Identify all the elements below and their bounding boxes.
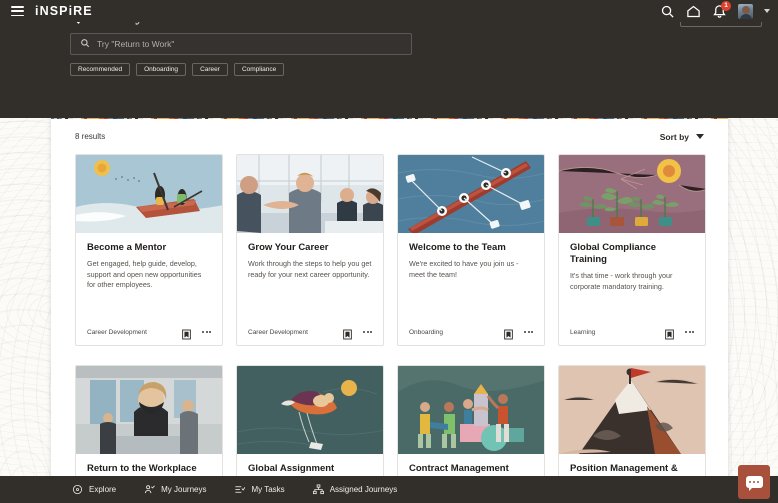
card-body: Grow Your Career Work through the steps … bbox=[237, 233, 383, 319]
avatar[interactable] bbox=[738, 4, 753, 19]
kayak-illustration bbox=[76, 155, 222, 233]
more-options-icon[interactable] bbox=[524, 331, 533, 333]
card-title: Contract Management bbox=[409, 463, 533, 475]
bookmark-icon[interactable] bbox=[504, 327, 513, 338]
card-actions bbox=[182, 327, 211, 338]
header-right-edge bbox=[728, 22, 778, 118]
card-actions bbox=[343, 327, 372, 338]
card-body: Global Compliance Training It's that tim… bbox=[559, 233, 705, 319]
bell-icon[interactable]: 1 bbox=[712, 4, 727, 19]
search-input[interactable] bbox=[97, 39, 402, 49]
person-check-icon bbox=[144, 484, 155, 495]
office-handshake-photo bbox=[237, 155, 383, 233]
card-body: Become a Mentor Get engaged, help guide,… bbox=[76, 233, 222, 319]
card-body: Welcome to the Team We're excited to hav… bbox=[398, 233, 544, 319]
teamwork-illustration bbox=[398, 366, 544, 454]
top-bar-actions: 1 bbox=[660, 4, 770, 19]
card-actions bbox=[665, 327, 694, 338]
rowing-boat-photo bbox=[398, 155, 544, 233]
filter-chip-compliance[interactable]: Compliance bbox=[234, 63, 284, 76]
card-description: It's that time - work through your corpo… bbox=[570, 271, 694, 292]
journey-card[interactable]: Grow Your Career Work through the steps … bbox=[236, 154, 384, 346]
bookmark-icon[interactable] bbox=[182, 327, 191, 338]
chat-button[interactable] bbox=[738, 465, 770, 499]
journey-card[interactable]: Welcome to the Team We're excited to hav… bbox=[397, 154, 545, 346]
sort-by-dropdown[interactable]: Sort by bbox=[660, 132, 704, 142]
brand-logo[interactable]: iNSPiRE bbox=[35, 4, 93, 18]
card-actions bbox=[504, 327, 533, 338]
card-category: Onboarding bbox=[409, 329, 443, 336]
search-icon[interactable] bbox=[660, 4, 675, 19]
card-description: We're excited to have you join us - meet… bbox=[409, 259, 533, 280]
filter-chip-onboarding[interactable]: Onboarding bbox=[136, 63, 186, 76]
nav-item-my-tasks[interactable]: My Tasks bbox=[234, 484, 284, 495]
bookmark-icon[interactable] bbox=[343, 327, 352, 338]
masked-worker-photo bbox=[76, 366, 222, 454]
nav-label: Explore bbox=[89, 485, 116, 494]
card-footer: Career Development bbox=[237, 319, 383, 345]
nav-item-assigned-journeys[interactable]: Assigned Journeys bbox=[313, 484, 398, 495]
task-list-icon bbox=[234, 484, 245, 495]
results-count: 8 results bbox=[75, 132, 105, 141]
card-description: Work through the steps to help you get r… bbox=[248, 259, 372, 280]
card-footer: Learning bbox=[559, 319, 705, 345]
nav-item-my-journeys[interactable]: My Journeys bbox=[144, 484, 206, 495]
card-title: Global Compliance Training bbox=[570, 242, 694, 266]
mountain-flag-illustration bbox=[559, 366, 705, 454]
card-title: Return to the Workplace bbox=[87, 463, 211, 475]
nav-label: My Journeys bbox=[161, 485, 206, 494]
card-description: Get engaged, help guide, develop, suppor… bbox=[87, 259, 211, 291]
journey-card[interactable]: Become a Mentor Get engaged, help guide,… bbox=[75, 154, 223, 346]
filter-chip-recommended[interactable]: Recommended bbox=[70, 63, 130, 76]
compass-icon bbox=[72, 484, 83, 495]
chat-bubble-icon bbox=[746, 476, 763, 488]
search-input-wrapper[interactable] bbox=[70, 33, 412, 55]
nav-label: My Tasks bbox=[251, 485, 284, 494]
search-icon-small bbox=[80, 35, 90, 53]
hamburger-icon[interactable] bbox=[11, 6, 24, 16]
results-panel: 8 results Sort by bbox=[51, 112, 728, 503]
home-icon[interactable] bbox=[686, 4, 701, 19]
more-options-icon[interactable] bbox=[363, 331, 372, 333]
org-chart-icon bbox=[313, 484, 324, 495]
card-category: Career Development bbox=[248, 329, 308, 336]
chevron-down-icon[interactable] bbox=[764, 9, 770, 13]
card-title: Become a Mentor bbox=[87, 242, 211, 254]
journey-card-grid: Become a Mentor Get engaged, help guide,… bbox=[51, 154, 728, 503]
bottom-navigation: Explore My Journeys My Tasks bbox=[0, 476, 778, 503]
skydiver-illustration bbox=[237, 366, 383, 454]
card-footer: Career Development bbox=[76, 319, 222, 345]
more-options-icon[interactable] bbox=[202, 331, 211, 333]
panel-header: 8 results Sort by bbox=[51, 119, 728, 154]
app-root: iNSPiRE 1 Jo bbox=[0, 0, 778, 503]
filter-chip-group: Recommended Onboarding Career Compliance bbox=[70, 63, 284, 76]
more-options-icon[interactable] bbox=[685, 331, 694, 333]
card-category: Career Development bbox=[87, 329, 147, 336]
card-title: Global Assignment bbox=[248, 463, 372, 475]
chevron-down-icon bbox=[696, 134, 704, 139]
card-title: Grow Your Career bbox=[248, 242, 372, 254]
potted-plants-illustration bbox=[559, 155, 705, 233]
nav-label: Assigned Journeys bbox=[330, 485, 398, 494]
sort-by-label: Sort by bbox=[660, 132, 689, 142]
bookmark-icon[interactable] bbox=[665, 327, 674, 338]
journey-card[interactable]: Global Compliance Training It's that tim… bbox=[558, 154, 706, 346]
filter-chip-career[interactable]: Career bbox=[192, 63, 228, 76]
nav-item-explore[interactable]: Explore bbox=[72, 484, 116, 495]
notification-badge: 1 bbox=[721, 1, 731, 11]
card-category: Learning bbox=[570, 329, 595, 336]
top-bar: iNSPiRE 1 bbox=[0, 0, 778, 22]
card-title: Welcome to the Team bbox=[409, 242, 533, 254]
card-footer: Onboarding bbox=[398, 319, 544, 345]
